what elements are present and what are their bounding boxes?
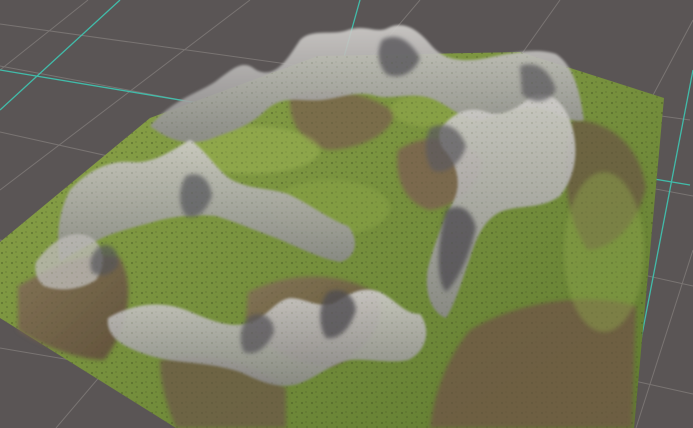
- terrain-scene[interactable]: [0, 0, 693, 428]
- scene-viewport[interactable]: [0, 0, 693, 428]
